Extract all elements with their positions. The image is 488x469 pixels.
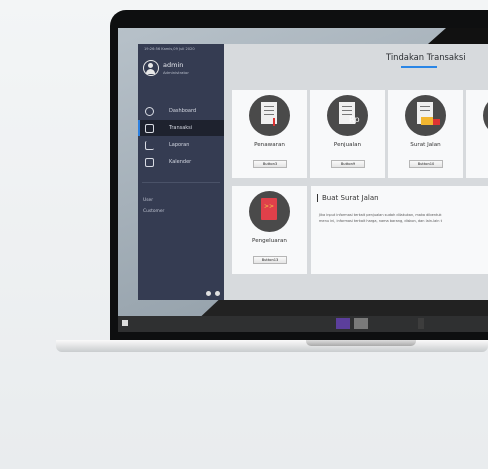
info-panel: Buat Surat Jalan Jika input informasi te… <box>311 186 488 274</box>
logout-icon[interactable] <box>206 291 211 296</box>
panel-line: menu ini, informasi terkait harga, nama … <box>319 219 442 223</box>
sidebar-item-label: Dashboard <box>169 108 197 114</box>
user-role: Administrator <box>163 70 189 75</box>
button3[interactable]: Button3 <box>253 160 287 168</box>
card-label: Penawaran <box>254 142 285 148</box>
app-window-icon[interactable] <box>354 318 368 329</box>
sidebar-item-label: Laporan <box>169 142 190 148</box>
sidebar-item-kalender[interactable]: Kalender <box>138 154 224 170</box>
button10[interactable]: Button10 <box>409 160 443 168</box>
datetime: 19:26:56 Kamis,09 Juli 2020 <box>144 47 195 51</box>
panel-text: Jika input informasi terkait penjualan s… <box>319 212 442 224</box>
main-content: Tindakan Transaksi Penawaran Button3 Rp … <box>224 44 488 300</box>
invoice-rp-icon: Rp <box>327 95 368 136</box>
panel-title: Buat Surat Jalan <box>317 194 379 202</box>
sidebar: 19:26:56 Kamis,09 Juli 2020 admin Admini… <box>138 44 224 300</box>
chart-icon <box>145 140 154 150</box>
avatar <box>143 60 159 76</box>
card-surat-jalan[interactable]: Surat Jalan Button10 <box>388 90 463 178</box>
link-customer[interactable]: Customer <box>143 209 164 214</box>
screen: 19:26:56 Kamis,09 Juli 2020 admin Admini… <box>118 28 488 332</box>
laptop-notch <box>306 340 416 346</box>
title-underline <box>401 66 437 68</box>
delivery-truck-icon <box>405 95 446 136</box>
visual-studio-icon[interactable] <box>336 318 350 329</box>
taskbar <box>118 316 488 332</box>
sidebar-item-label: Transaksi <box>169 125 193 131</box>
card-pengeluaran[interactable]: >> Pengeluaran Button13 <box>232 186 307 274</box>
rp-label: Rp <box>349 115 360 124</box>
expense-book-icon: >> <box>249 191 290 232</box>
link-user[interactable]: User <box>143 198 153 203</box>
divider <box>142 182 220 183</box>
user-name: admin <box>163 61 184 69</box>
card-penawaran[interactable]: Penawaran Button3 <box>232 90 307 178</box>
transaction-icon <box>145 123 154 133</box>
windows-start-icon[interactable] <box>122 320 128 326</box>
offer-document-icon <box>249 95 290 136</box>
sidebar-item-dashboard[interactable]: Dashboard <box>138 103 224 119</box>
settings-icon[interactable] <box>215 291 220 296</box>
tray-icon[interactable] <box>418 318 424 329</box>
card-penjualan[interactable]: Rp Penjualan Button9 <box>310 90 385 178</box>
sidebar-item-transaksi[interactable]: Transaksi <box>138 120 224 136</box>
book-label: >> <box>261 198 277 220</box>
dashboard-icon <box>145 106 154 116</box>
card-label: Surat Jalan <box>410 142 441 148</box>
laptop-base <box>56 340 488 352</box>
page-title: Tindakan Transaksi <box>386 52 466 62</box>
button9[interactable]: Button9 <box>331 160 365 168</box>
card-icon <box>483 95 488 136</box>
calendar-icon <box>145 157 154 167</box>
sidebar-item-laporan[interactable]: Laporan <box>138 137 224 153</box>
button13[interactable]: Button13 <box>253 256 287 264</box>
card-partial[interactable] <box>466 90 488 178</box>
sidebar-item-label: Kalender <box>169 159 192 165</box>
card-label: Penjualan <box>333 142 362 148</box>
card-label: Pengeluaran <box>252 238 287 244</box>
